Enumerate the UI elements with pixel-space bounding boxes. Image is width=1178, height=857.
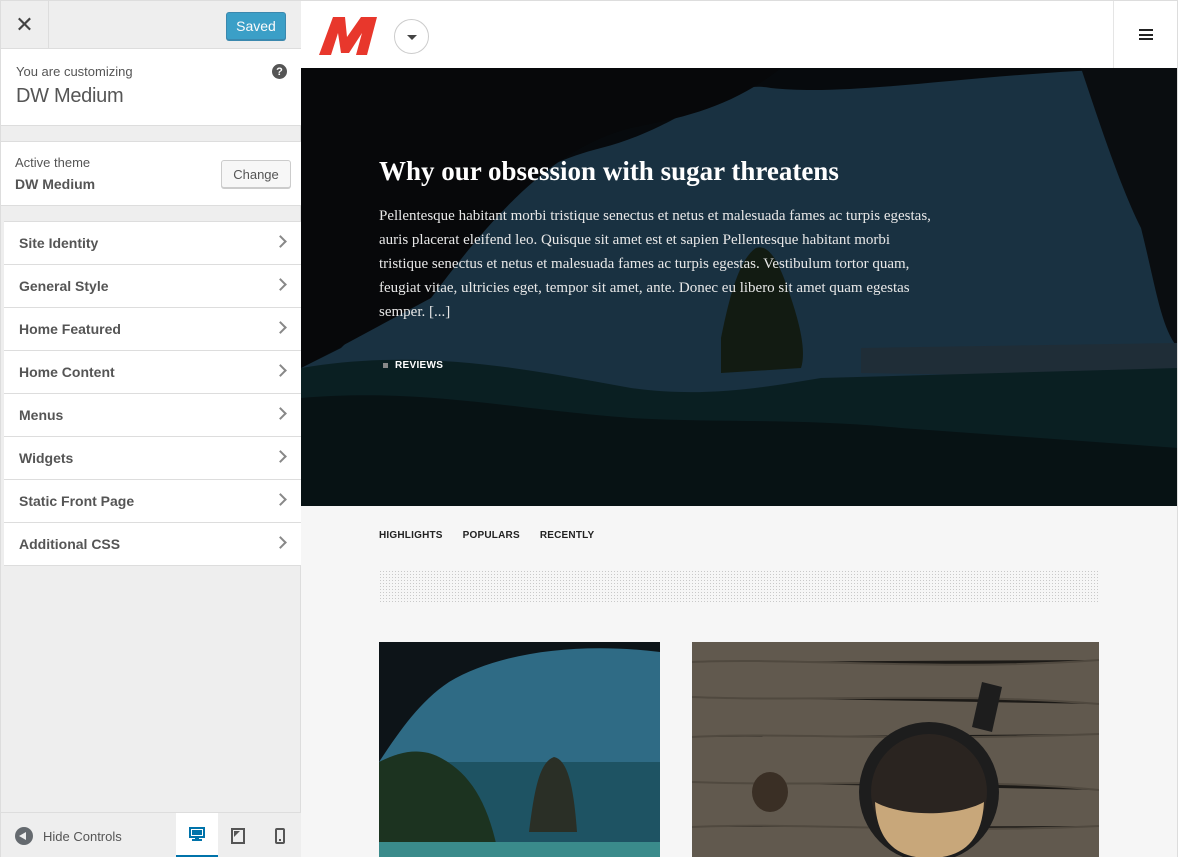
chevron-right-icon <box>274 278 287 291</box>
panel-site-identity[interactable]: Site Identity <box>4 222 301 265</box>
panel-widgets[interactable]: Widgets <box>4 437 301 480</box>
hero-excerpt: Pellentesque habitant morbi tristique se… <box>379 208 931 320</box>
chevron-right-icon <box>274 493 287 506</box>
active-theme-name: DW Medium <box>15 176 96 192</box>
tab-recently[interactable]: RECENTLY <box>540 530 595 541</box>
desktop-preview-button[interactable] <box>176 813 218 857</box>
hide-controls-label: Hide Controls <box>43 828 122 844</box>
category-marker <box>383 363 388 368</box>
help-icon[interactable]: ? <box>272 64 287 79</box>
active-theme-label: Active theme <box>15 155 91 170</box>
chevron-right-icon <box>274 450 287 463</box>
hamburger-menu-icon[interactable] <box>1113 1 1177 68</box>
hide-controls-button[interactable]: Hide Controls <box>15 827 122 845</box>
panel-label: Additional CSS <box>19 536 121 552</box>
customizer-header: ✕ Saved <box>1 1 301 49</box>
hero-category[interactable]: REVIEWS <box>383 360 443 371</box>
close-icon[interactable]: ✕ <box>1 1 49 48</box>
panel-label: Home Featured <box>19 321 121 337</box>
change-theme-button[interactable]: Change <box>221 160 291 188</box>
panel-general-style[interactable]: General Style <box>4 265 301 308</box>
chevron-right-icon <box>274 364 287 377</box>
panel-label: Static Front Page <box>19 493 135 509</box>
hide-controls-icon <box>15 827 33 845</box>
chevron-right-icon <box>274 407 287 420</box>
content-tabs: HIGHLIGHTS POPULARS RECENTLY <box>379 530 614 541</box>
tab-highlights[interactable]: HIGHLIGHTS <box>379 530 443 541</box>
panel-label: Site Identity <box>19 235 99 251</box>
active-theme-section: Active theme DW Medium Change <box>1 141 301 206</box>
hero-title[interactable]: Why our obsession with sugar threatens <box>379 156 939 187</box>
site-preview: Why our obsession with sugar threatens P… <box>301 0 1178 857</box>
chevron-right-icon <box>274 235 287 248</box>
panel-static-front-page[interactable]: Static Front Page <box>4 480 301 523</box>
mobile-preview-button[interactable] <box>259 813 301 857</box>
panel-label: Widgets <box>19 450 74 466</box>
mobile-icon <box>275 828 285 844</box>
site-header <box>301 1 1177 68</box>
featured-hero[interactable]: Why our obsession with sugar threatens P… <box>301 68 1177 506</box>
panel-list: Site Identity General Style Home Feature… <box>4 221 301 566</box>
customizing-prefix: You are customizing <box>16 64 133 79</box>
chevron-right-icon <box>274 321 287 334</box>
panel-home-content[interactable]: Home Content <box>4 351 301 394</box>
tablet-icon <box>231 828 245 844</box>
category-label: REVIEWS <box>395 360 444 371</box>
saved-button[interactable]: Saved <box>226 12 286 40</box>
tablet-preview-button[interactable] <box>217 813 259 857</box>
customizing-title: DW Medium <box>16 85 124 107</box>
desktop-icon <box>189 827 205 841</box>
post-card-image[interactable] <box>379 642 660 857</box>
panel-label: Home Content <box>19 364 115 380</box>
panel-home-featured[interactable]: Home Featured <box>4 308 301 351</box>
tab-populars[interactable]: POPULARS <box>463 530 520 541</box>
panel-label: Menus <box>19 407 64 423</box>
post-card-image[interactable] <box>692 642 1099 857</box>
customizer-footer: Hide Controls <box>1 812 301 857</box>
chevron-right-icon <box>274 536 287 549</box>
panel-menus[interactable]: Menus <box>4 394 301 437</box>
cove-image <box>379 642 660 857</box>
caret-down-icon[interactable] <box>394 19 429 54</box>
dotted-divider <box>379 570 1099 604</box>
site-logo[interactable] <box>317 15 379 55</box>
panel-additional-css[interactable]: Additional CSS <box>4 523 301 566</box>
customizer-sidebar: ✕ Saved You are customizing DW Medium ? … <box>0 0 301 857</box>
coffee-image <box>692 642 1099 857</box>
customizing-info: You are customizing DW Medium ? <box>1 49 301 126</box>
panel-label: General Style <box>19 278 109 294</box>
